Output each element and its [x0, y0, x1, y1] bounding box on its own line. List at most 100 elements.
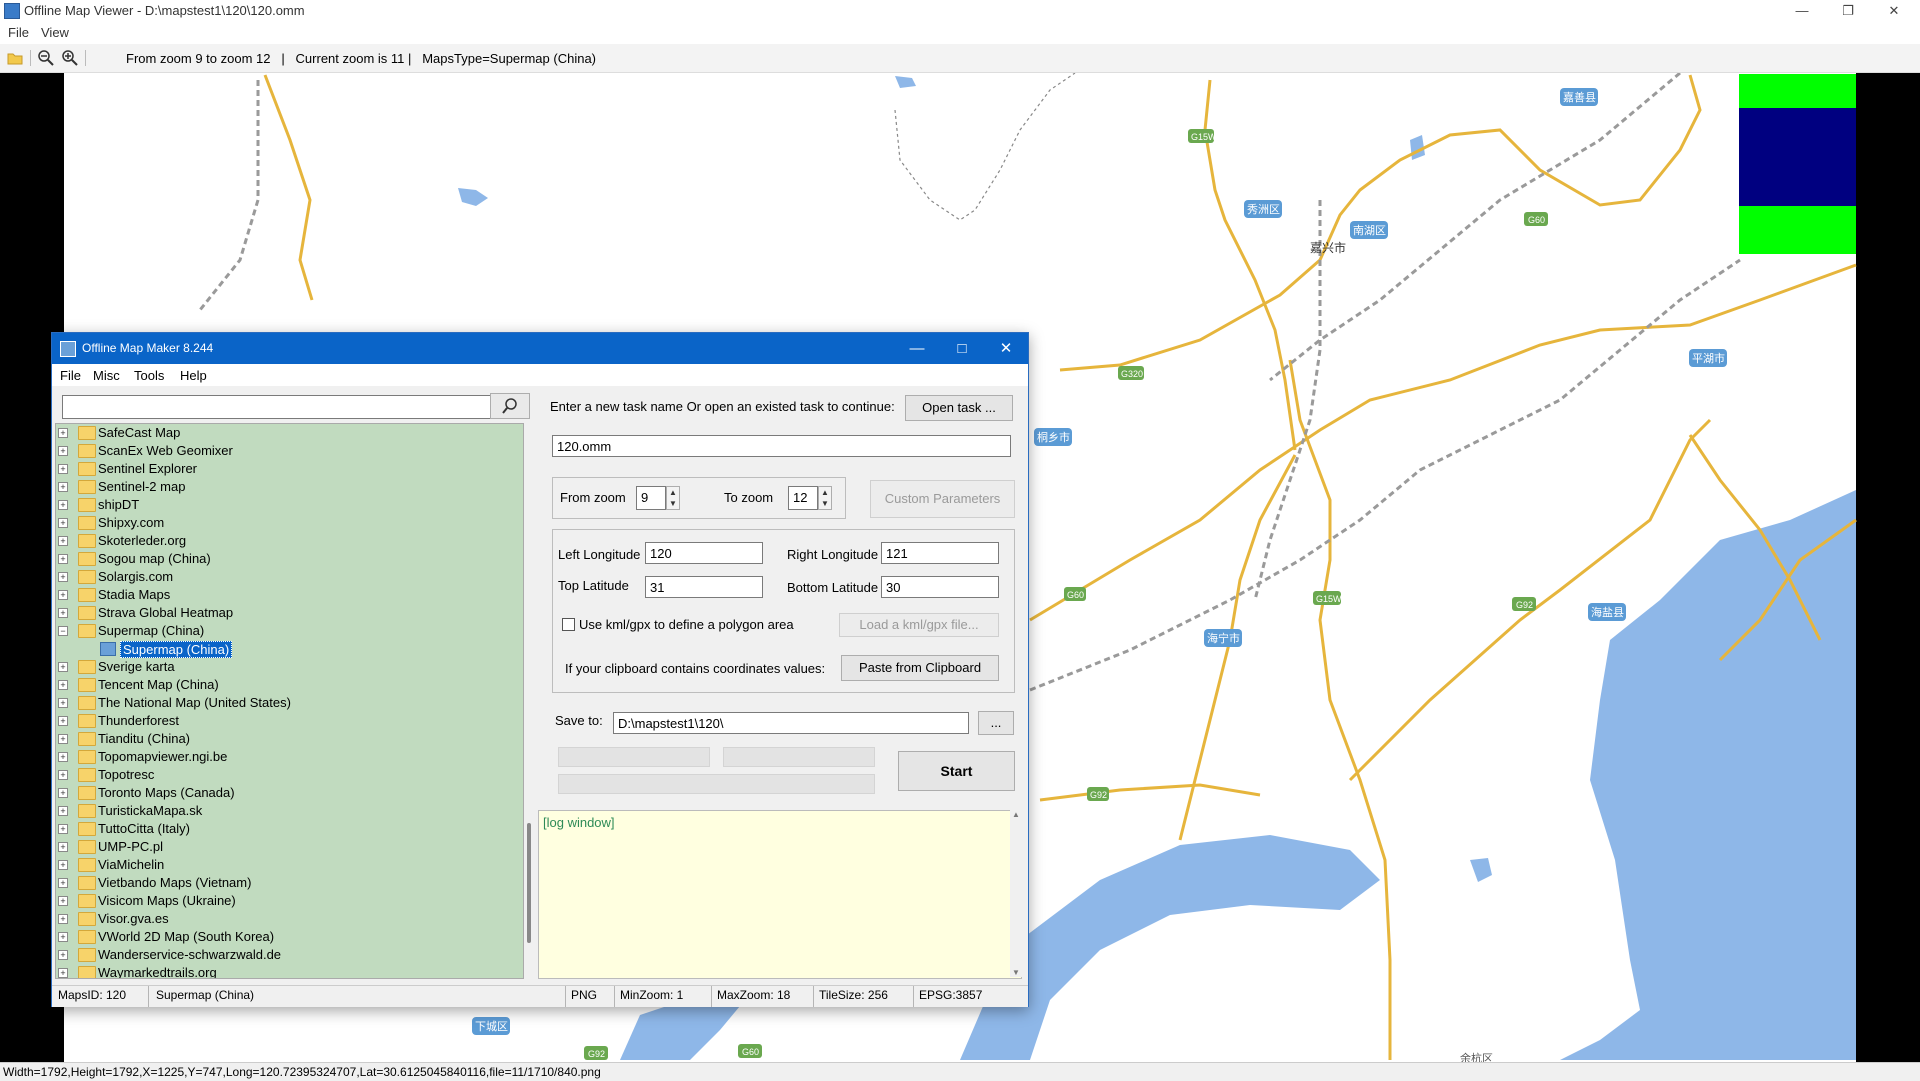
- tree-item[interactable]: + Sentinel-2 map: [56, 478, 496, 496]
- expand-icon[interactable]: +: [58, 518, 68, 528]
- paste-clipboard-button[interactable]: Paste from Clipboard: [841, 655, 999, 681]
- browse-button[interactable]: ...: [978, 711, 1014, 735]
- tree-item[interactable]: + TuristickaMapa.sk: [56, 802, 496, 820]
- log-window[interactable]: [log window]: [538, 810, 1022, 979]
- expand-icon[interactable]: +: [58, 878, 68, 888]
- open-folder-icon[interactable]: [6, 49, 24, 67]
- expand-icon[interactable]: +: [58, 698, 68, 708]
- kml-checkbox[interactable]: [562, 618, 575, 631]
- open-task-button[interactable]: Open task ...: [905, 395, 1013, 421]
- expand-icon[interactable]: +: [58, 896, 68, 906]
- tree-item[interactable]: + ScanEx Web Geomixer: [56, 442, 496, 460]
- expand-icon[interactable]: +: [58, 806, 68, 816]
- tree-item[interactable]: + Thunderforest: [56, 712, 496, 730]
- expand-icon[interactable]: +: [58, 500, 68, 510]
- dialog-menu-help[interactable]: Help: [180, 368, 207, 383]
- menu-file[interactable]: File: [8, 25, 29, 40]
- tree-item[interactable]: + Visor.gva.es: [56, 910, 496, 928]
- tree-item[interactable]: + Sentinel Explorer: [56, 460, 496, 478]
- right-longitude-input[interactable]: 121: [881, 542, 999, 564]
- to-zoom-spinner[interactable]: ▲ ▼: [818, 486, 832, 510]
- tree-item[interactable]: + VWorld 2D Map (South Korea): [56, 928, 496, 946]
- tree-item[interactable]: + Solargis.com: [56, 568, 496, 586]
- tree-item-selected[interactable]: Supermap (China): [56, 640, 496, 658]
- tree-item[interactable]: + Strava Global Heatmap: [56, 604, 496, 622]
- tree-item[interactable]: + Topomapviewer.ngi.be: [56, 748, 496, 766]
- custom-parameters-button[interactable]: Custom Parameters: [870, 480, 1015, 518]
- minimize-button[interactable]: —: [1780, 0, 1824, 22]
- left-longitude-input[interactable]: 120: [645, 542, 763, 564]
- expand-icon[interactable]: +: [58, 770, 68, 780]
- expand-icon[interactable]: +: [58, 536, 68, 546]
- scroll-up-icon[interactable]: ▲: [1010, 810, 1022, 819]
- tree-item[interactable]: + Topotresc: [56, 766, 496, 784]
- dialog-title-bar[interactable]: Offline Map Maker 8.244 — □ ✕: [52, 333, 1028, 364]
- tree-item[interactable]: + Skoterleder.org: [56, 532, 496, 550]
- map-search-input[interactable]: [62, 395, 500, 419]
- spin-up-icon[interactable]: ▲: [819, 487, 831, 498]
- task-name-input[interactable]: 120.omm: [552, 435, 1011, 457]
- spin-up-icon[interactable]: ▲: [667, 487, 679, 498]
- tree-item[interactable]: + shipDT: [56, 496, 496, 514]
- expand-icon[interactable]: +: [58, 950, 68, 960]
- expand-icon[interactable]: +: [58, 662, 68, 672]
- expand-icon[interactable]: +: [58, 572, 68, 582]
- tree-item[interactable]: + The National Map (United States): [56, 694, 496, 712]
- expand-icon[interactable]: +: [58, 968, 68, 978]
- tree-item[interactable]: − Supermap (China): [56, 622, 496, 640]
- tree-item[interactable]: + TuttoCitta (Italy): [56, 820, 496, 838]
- zoom-out-icon[interactable]: [37, 49, 55, 67]
- start-button[interactable]: Start: [898, 751, 1015, 791]
- expand-icon[interactable]: +: [58, 842, 68, 852]
- tree-item[interactable]: + Shipxy.com: [56, 514, 496, 532]
- zoom-in-icon[interactable]: [61, 49, 79, 67]
- dialog-menu-file[interactable]: File: [60, 368, 81, 383]
- to-zoom-input[interactable]: 12: [788, 486, 818, 510]
- tree-item[interactable]: + Toronto Maps (Canada): [56, 784, 496, 802]
- collapse-icon[interactable]: −: [58, 626, 68, 636]
- expand-icon[interactable]: +: [58, 788, 68, 798]
- expand-icon[interactable]: +: [58, 734, 68, 744]
- search-button[interactable]: [490, 393, 530, 419]
- top-latitude-input[interactable]: 31: [645, 576, 763, 598]
- dialog-minimize-button[interactable]: —: [895, 337, 939, 361]
- tree-item[interactable]: + UMP-PC.pl: [56, 838, 496, 856]
- log-scrollbar[interactable]: ▲ ▼: [1010, 810, 1022, 977]
- load-kml-button[interactable]: Load a kml/gpx file...: [839, 613, 999, 637]
- tree-item[interactable]: + ViaMichelin: [56, 856, 496, 874]
- tree-item[interactable]: + Tencent Map (China): [56, 676, 496, 694]
- expand-icon[interactable]: +: [58, 824, 68, 834]
- expand-icon[interactable]: +: [58, 554, 68, 564]
- from-zoom-input[interactable]: 9: [636, 486, 666, 510]
- spin-down-icon[interactable]: ▼: [819, 498, 831, 509]
- tree-scrollbar[interactable]: [524, 423, 536, 977]
- tree-item[interactable]: + Stadia Maps: [56, 586, 496, 604]
- menu-view[interactable]: View: [41, 25, 69, 40]
- map-source-tree[interactable]: + SafeCast Map + ScanEx Web Geomixer + Sentin…: [55, 423, 524, 979]
- tree-scrollbar-thumb[interactable]: [527, 823, 531, 943]
- spin-down-icon[interactable]: ▼: [667, 498, 679, 509]
- tree-item[interactable]: + Sverige karta: [56, 658, 496, 676]
- save-to-input[interactable]: D:\mapstest1\120\: [613, 712, 969, 734]
- expand-icon[interactable]: +: [58, 608, 68, 618]
- expand-icon[interactable]: +: [58, 428, 68, 438]
- dialog-menu-misc[interactable]: Misc: [93, 368, 120, 383]
- tree-item[interactable]: + Visicom Maps (Ukraine): [56, 892, 496, 910]
- expand-icon[interactable]: +: [58, 914, 68, 924]
- expand-icon[interactable]: +: [58, 680, 68, 690]
- close-button[interactable]: ✕: [1872, 0, 1916, 22]
- dialog-menu-tools[interactable]: Tools: [134, 368, 164, 383]
- tree-item[interactable]: + Vietbando Maps (Vietnam): [56, 874, 496, 892]
- dialog-close-button[interactable]: ✕: [984, 337, 1028, 361]
- tree-item[interactable]: + Waymarkedtrails.org: [56, 964, 496, 978]
- tree-item[interactable]: + Wanderservice-schwarzwald.de: [56, 946, 496, 964]
- maximize-button[interactable]: ❐: [1826, 0, 1870, 22]
- expand-icon[interactable]: +: [58, 932, 68, 942]
- expand-icon[interactable]: +: [58, 716, 68, 726]
- expand-icon[interactable]: +: [58, 860, 68, 870]
- scroll-down-icon[interactable]: ▼: [1010, 968, 1022, 977]
- tree-item[interactable]: + SafeCast Map: [56, 424, 496, 442]
- expand-icon[interactable]: +: [58, 464, 68, 474]
- expand-icon[interactable]: +: [58, 482, 68, 492]
- from-zoom-spinner[interactable]: ▲ ▼: [666, 486, 680, 510]
